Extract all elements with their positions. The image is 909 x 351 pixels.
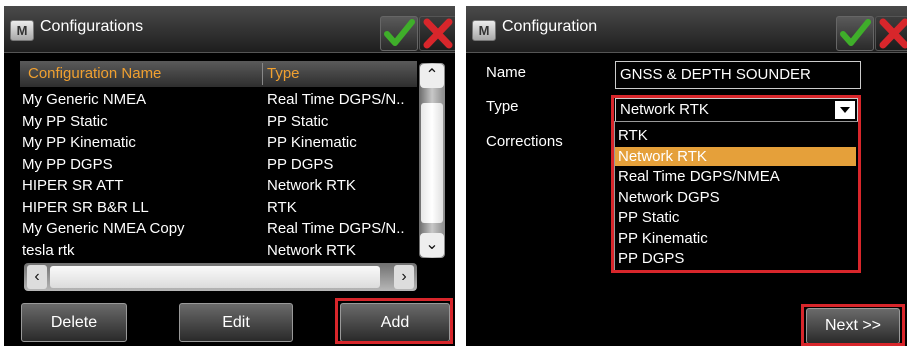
list-header: Configuration Name Type	[20, 61, 417, 87]
delete-button[interactable]: Delete	[21, 303, 127, 342]
table-row[interactable]: My Generic NMEA Copy Real Time DGPS/N..	[20, 218, 420, 239]
edit-button[interactable]: Edit	[179, 303, 293, 342]
configuration-list[interactable]: Configuration Name Type My Generic NMEA R…	[20, 61, 417, 269]
window-title: Configuration	[502, 18, 598, 35]
row-config-name: My Generic NMEA Copy	[22, 220, 185, 237]
ok-button[interactable]	[380, 16, 418, 51]
corrections-label: Corrections	[486, 133, 563, 150]
row-config-name: My Generic NMEA	[22, 91, 147, 108]
table-row[interactable]: My PP Kinematic PP Kinematic	[20, 132, 420, 153]
name-label: Name	[486, 64, 527, 81]
vertical-scrollbar[interactable]: ⌃ ⌄	[419, 63, 445, 258]
checkmark-icon	[840, 19, 871, 46]
row-config-name: HIPER SR ATT	[22, 177, 124, 194]
row-config-type: PP Kinematic	[267, 134, 357, 151]
scroll-down-chevron-icon[interactable]: ⌄	[420, 233, 444, 257]
annotation-highlight-next	[801, 304, 905, 346]
row-config-type: RTK	[267, 198, 297, 216]
row-config-name: My PP Static	[22, 112, 108, 130]
window-title: Configurations	[40, 18, 144, 35]
row-config-type: PP Static	[267, 112, 329, 130]
column-header-type[interactable]: Type	[267, 65, 300, 82]
annotation-highlight-add	[335, 298, 453, 344]
table-row[interactable]: My PP DGPS PP DGPS	[20, 154, 420, 175]
close-icon	[879, 18, 907, 49]
ok-button[interactable]	[836, 16, 874, 51]
vertical-scroll-thumb[interactable]	[421, 103, 443, 223]
row-config-type: PP DGPS	[267, 155, 334, 173]
name-field[interactable]: GNSS & DEPTH SOUNDER	[615, 61, 861, 89]
row-config-type: Network RTK	[267, 177, 356, 194]
row-config-type: Real Time DGPS/N..	[267, 220, 405, 237]
row-config-name: tesla rtk	[22, 241, 75, 259]
column-header-name[interactable]: Configuration Name	[28, 65, 161, 82]
type-label: Type	[486, 98, 519, 115]
close-button[interactable]	[875, 16, 907, 51]
checkmark-icon	[384, 19, 415, 46]
table-row[interactable]: tesla rtk Network RTK	[20, 240, 420, 261]
title-bar: M Configurations	[4, 6, 455, 53]
horizontal-scrollbar[interactable]: ‹ ›	[24, 263, 417, 291]
annotation-highlight-type	[611, 95, 861, 273]
close-icon	[423, 18, 453, 49]
row-config-type: Real Time DGPS/N..	[267, 91, 405, 108]
horizontal-scroll-thumb[interactable]	[50, 266, 380, 288]
row-config-name: My PP DGPS	[22, 155, 113, 173]
row-config-name: HIPER SR B&R LL	[22, 198, 149, 216]
scroll-up-chevron-icon[interactable]: ⌃	[420, 64, 444, 88]
close-button[interactable]	[419, 16, 455, 51]
table-row[interactable]: My PP Static PP Static	[20, 111, 420, 132]
configuration-window: M Configuration Name GNSS & DEPTH SOUNDE…	[466, 6, 907, 346]
app-logo-icon: M	[10, 20, 34, 41]
table-row[interactable]: HIPER SR ATT Network RTK	[20, 175, 420, 196]
configurations-window: M Configurations Configuration Name Type…	[4, 6, 455, 346]
table-row[interactable]: My Generic NMEA Real Time DGPS/N..	[20, 89, 420, 110]
title-bar: M Configuration	[466, 6, 907, 53]
scroll-left-chevron-icon[interactable]: ‹	[27, 265, 47, 289]
table-row[interactable]: HIPER SR B&R LL RTK	[20, 197, 420, 218]
scroll-right-chevron-icon[interactable]: ›	[394, 265, 414, 289]
app-logo-icon: M	[472, 20, 496, 41]
row-config-name: My PP Kinematic	[22, 134, 136, 151]
row-config-type: Network RTK	[267, 241, 356, 259]
column-divider[interactable]	[262, 63, 263, 85]
